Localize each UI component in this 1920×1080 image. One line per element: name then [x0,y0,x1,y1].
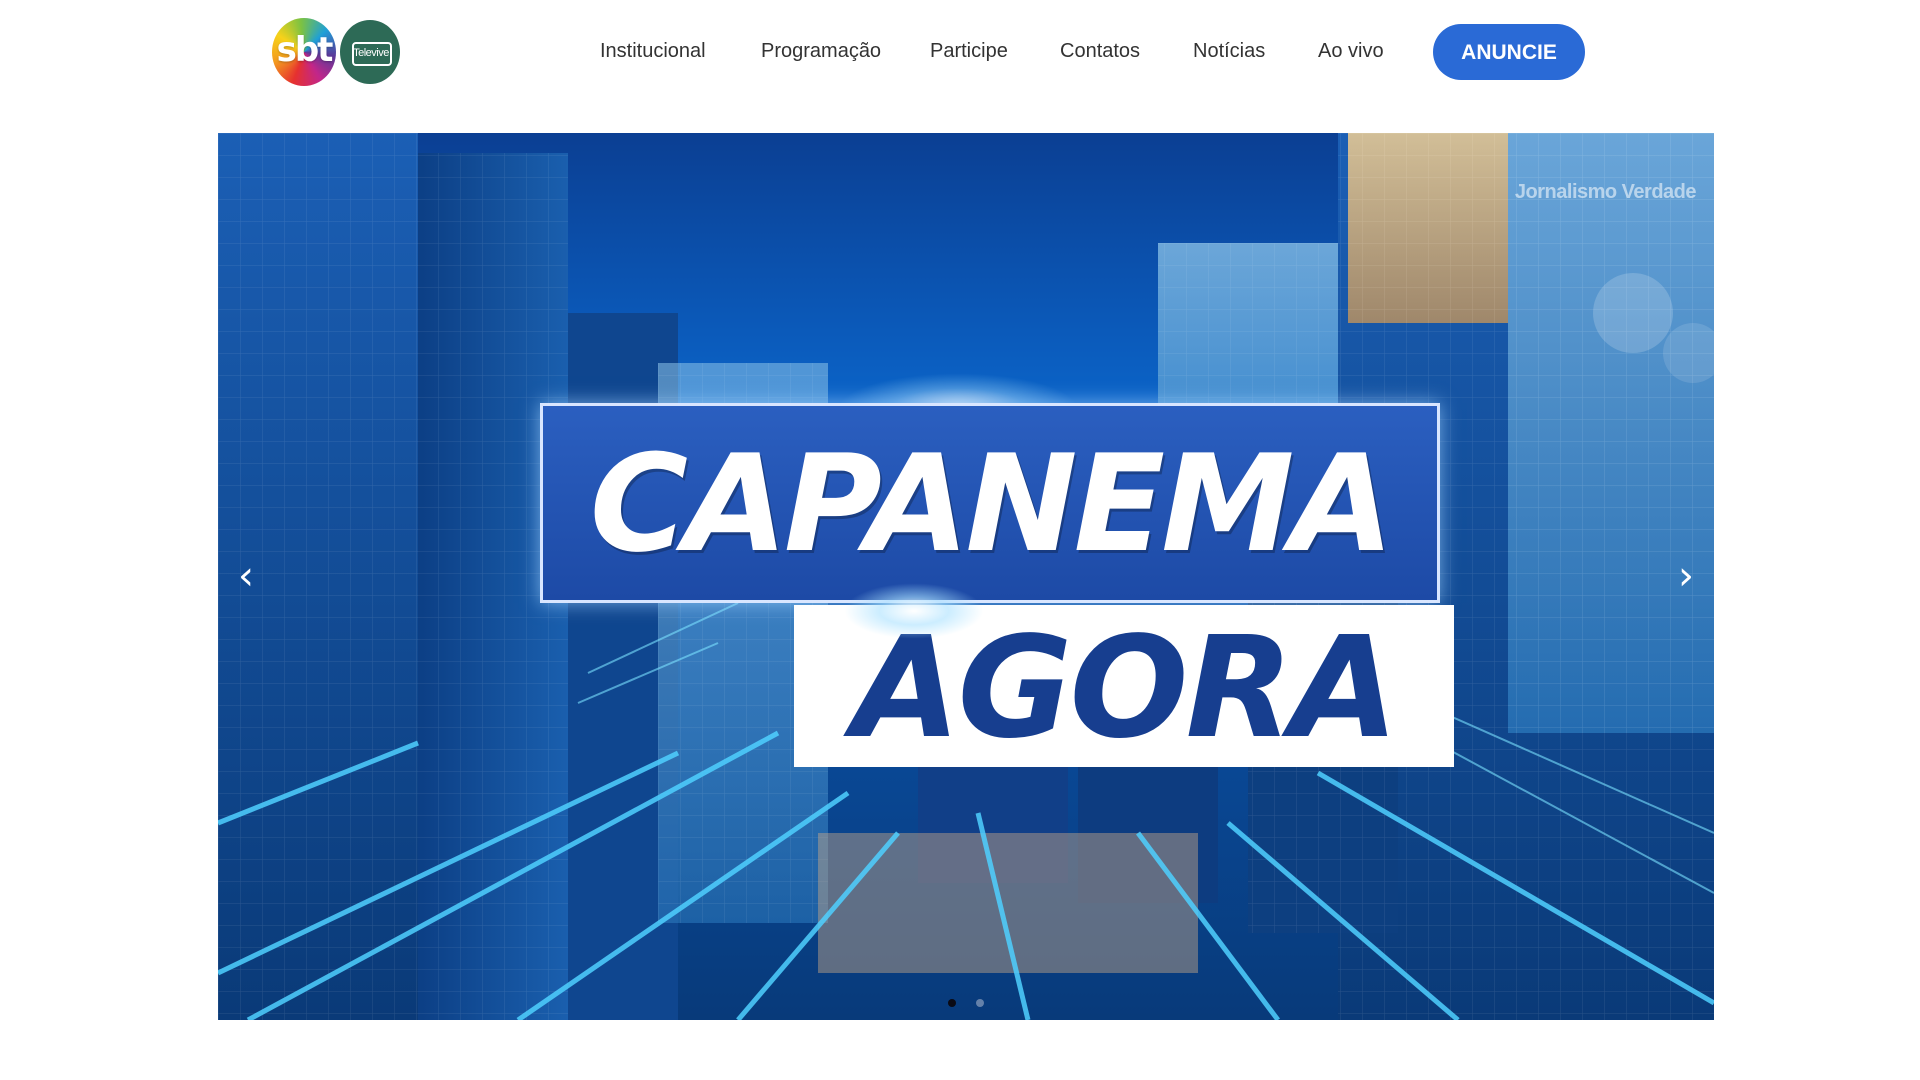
carousel-prev-button[interactable]: ‹ [226,553,266,599]
nav-item-contatos[interactable]: Contatos [1060,36,1140,66]
banner-title-box-bottom: AGORA [794,605,1454,770]
nav-item-participe[interactable]: Participe [930,36,1008,66]
carousel-dot-2[interactable] [975,999,984,1007]
anuncie-button[interactable]: ANUNCIE [1433,24,1585,80]
televive-logo-text: Televive [353,47,389,59]
nav-item-programacao[interactable]: Programação [761,36,881,66]
hero-carousel: Jornalismo Verdade CAPANEMA AGORA ‹ › [218,133,1714,1020]
site-header: sbt Televive Institucional Programação P… [0,0,1920,110]
banner-watermark: Jornalismo Verdade [1514,181,1697,203]
nav-item-institucional[interactable]: Institucional [600,36,706,66]
chevron-right-icon: › [1678,553,1694,599]
nav-item-noticias[interactable]: Notícias [1193,36,1265,66]
banner-title-box-top: CAPANEMA [540,403,1440,603]
chevron-left-icon: ‹ [238,553,254,599]
nav-item-ao-vivo[interactable]: Ao vivo [1318,36,1384,66]
banner-title-line2: AGORA [852,607,1398,770]
carousel-next-button[interactable]: › [1666,553,1706,599]
carousel-dots [218,992,1714,1007]
banner-title-line1: CAPANEMA [589,426,1394,582]
sbt-logo[interactable]: sbt [272,18,336,86]
televive-logo[interactable]: Televive [338,18,402,86]
sbt-logo-text: sbt [276,30,334,70]
